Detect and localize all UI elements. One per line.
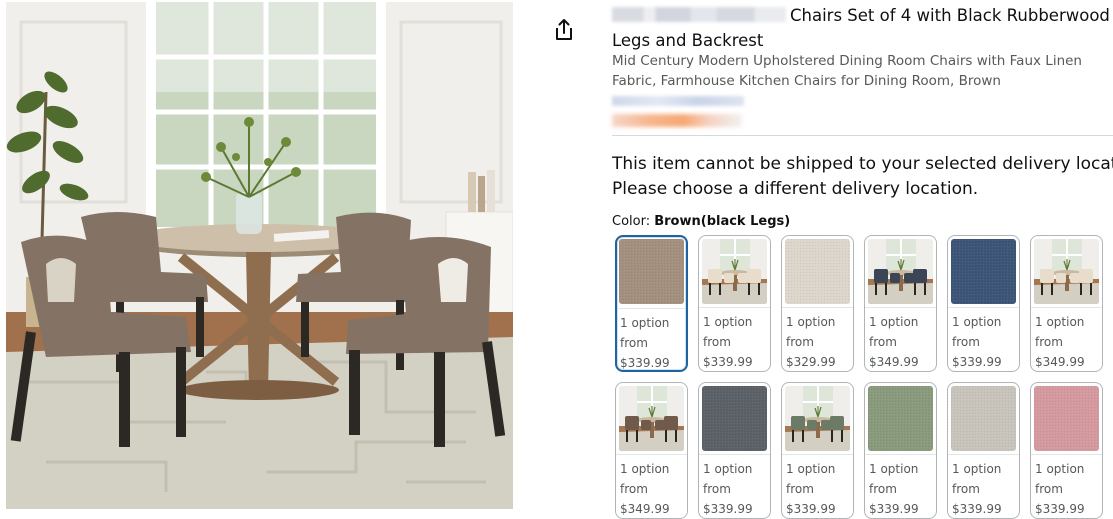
swatch-price: $339.99 — [620, 356, 670, 370]
fabric-texture-thumbnail — [619, 239, 684, 304]
swatch-option-count: 1 option — [952, 315, 1002, 329]
swatch-image — [785, 239, 850, 304]
fabric-texture-thumbnail — [702, 386, 767, 451]
redacted-badge — [612, 114, 742, 127]
color-swatch-option[interactable]: 1 option from $339.99 — [947, 235, 1020, 372]
swatch-image — [1034, 239, 1099, 304]
swatch-divider — [616, 454, 687, 455]
swatch-price: $339.99 — [703, 355, 753, 369]
divider — [612, 135, 1113, 136]
swatch-price: $349.99 — [620, 502, 670, 516]
swatch-from-label: from — [786, 482, 814, 496]
swatch-option-count: 1 option — [786, 462, 836, 476]
swatch-divider — [865, 454, 936, 455]
swatch-divider — [782, 454, 853, 455]
swatch-from-label: from — [952, 482, 980, 496]
swatch-price: $339.99 — [869, 502, 919, 516]
swatch-option-count: 1 option — [620, 462, 670, 476]
swatch-from-label: from — [1035, 335, 1063, 349]
swatch-image — [619, 239, 684, 304]
swatch-option-count: 1 option — [620, 316, 670, 330]
redacted-brand-name — [612, 7, 786, 22]
room-scene-thumbnail — [868, 239, 933, 304]
color-swatch-option[interactable]: 1 option from $339.99 — [698, 382, 771, 519]
swatch-image — [868, 239, 933, 304]
swatch-from-label: from — [703, 335, 731, 349]
redacted-rating-link[interactable] — [612, 96, 744, 106]
room-scene-thumbnail — [1034, 239, 1099, 304]
fabric-texture-thumbnail — [785, 239, 850, 304]
selected-color-name: Brown(black Legs) — [654, 214, 791, 229]
swatch-from-label: from — [786, 335, 814, 349]
room-scene-thumbnail — [785, 386, 850, 451]
color-swatch-option[interactable]: 1 option from $339.99 — [781, 382, 854, 519]
swatch-image — [702, 386, 767, 451]
swatch-divider — [699, 307, 770, 308]
product-title: Chairs Set of 4 with Black Rubberwood Le… — [612, 3, 1112, 53]
swatch-from-label: from — [869, 482, 897, 496]
color-swatch-option[interactable]: 1 option from $339.99 — [615, 235, 688, 372]
swatch-price: $329.99 — [786, 355, 836, 369]
color-swatch-option[interactable]: 1 option from $339.99 — [1030, 382, 1103, 519]
swatch-price: $339.99 — [1035, 502, 1085, 516]
swatch-option-count: 1 option — [1035, 462, 1085, 476]
swatch-image — [702, 239, 767, 304]
swatch-from-label: from — [1035, 482, 1063, 496]
swatch-option-count: 1 option — [703, 462, 753, 476]
fabric-texture-thumbnail — [951, 239, 1016, 304]
swatch-option-count: 1 option — [869, 462, 919, 476]
swatch-divider — [617, 308, 686, 309]
swatch-divider — [865, 307, 936, 308]
swatch-from-label: from — [869, 335, 897, 349]
color-swatch-option[interactable]: 1 option from $349.99 — [615, 382, 688, 519]
swatch-image — [951, 386, 1016, 451]
share-button[interactable] — [553, 18, 575, 42]
product-main-image[interactable] — [6, 2, 513, 509]
swatch-divider — [1031, 454, 1102, 455]
color-label: Color: — [612, 214, 651, 229]
swatch-image — [868, 386, 933, 451]
swatch-price: $349.99 — [1035, 355, 1085, 369]
swatch-from-label: from — [620, 482, 648, 496]
shipping-notice-line2: Please choose a different delivery locat… — [612, 179, 979, 199]
swatch-option-count: 1 option — [703, 315, 753, 329]
room-scene-thumbnail — [619, 386, 684, 451]
swatch-from-label: from — [703, 482, 731, 496]
color-swatch-option[interactable]: 1 option from $349.99 — [1030, 235, 1103, 372]
shipping-notice-line1: This item cannot be shipped to your sele… — [612, 154, 1113, 174]
room-scene-thumbnail — [702, 239, 767, 304]
swatch-divider — [948, 454, 1019, 455]
swatch-from-label: from — [620, 336, 648, 350]
swatch-option-count: 1 option — [869, 315, 919, 329]
color-swatch-option[interactable]: 1 option from $339.99 — [864, 382, 937, 519]
color-selection-label: Color: Brown(black Legs) — [612, 214, 790, 229]
swatch-price: $339.99 — [786, 502, 836, 516]
swatch-image — [619, 386, 684, 451]
color-swatch-option[interactable]: 1 option from $349.99 — [864, 235, 937, 372]
swatch-price: $339.99 — [703, 502, 753, 516]
share-icon — [556, 19, 572, 40]
swatch-option-count: 1 option — [952, 462, 1002, 476]
swatch-image — [951, 239, 1016, 304]
swatch-from-label: from — [952, 335, 980, 349]
fabric-texture-thumbnail — [868, 386, 933, 451]
swatch-price: $339.99 — [952, 355, 1002, 369]
color-swatch-option[interactable]: 1 option from $339.99 — [947, 382, 1020, 519]
product-subtitle: Mid Century Modern Upholstered Dining Ro… — [612, 53, 1082, 89]
fabric-texture-thumbnail — [951, 386, 1016, 451]
color-swatch-option[interactable]: 1 option from $329.99 — [781, 235, 854, 372]
fabric-texture-thumbnail — [1034, 386, 1099, 451]
swatch-price: $349.99 — [869, 355, 919, 369]
swatch-image — [785, 386, 850, 451]
swatch-divider — [1031, 307, 1102, 308]
swatch-option-count: 1 option — [1035, 315, 1085, 329]
shipping-notice: This item cannot be shipped to your sele… — [612, 152, 1113, 202]
swatch-price: $339.99 — [952, 502, 1002, 516]
swatch-divider — [782, 307, 853, 308]
color-swatch-option[interactable]: 1 option from $339.99 — [698, 235, 771, 372]
swatch-divider — [948, 307, 1019, 308]
swatch-divider — [699, 454, 770, 455]
swatch-image — [1034, 386, 1099, 451]
swatch-option-count: 1 option — [786, 315, 836, 329]
